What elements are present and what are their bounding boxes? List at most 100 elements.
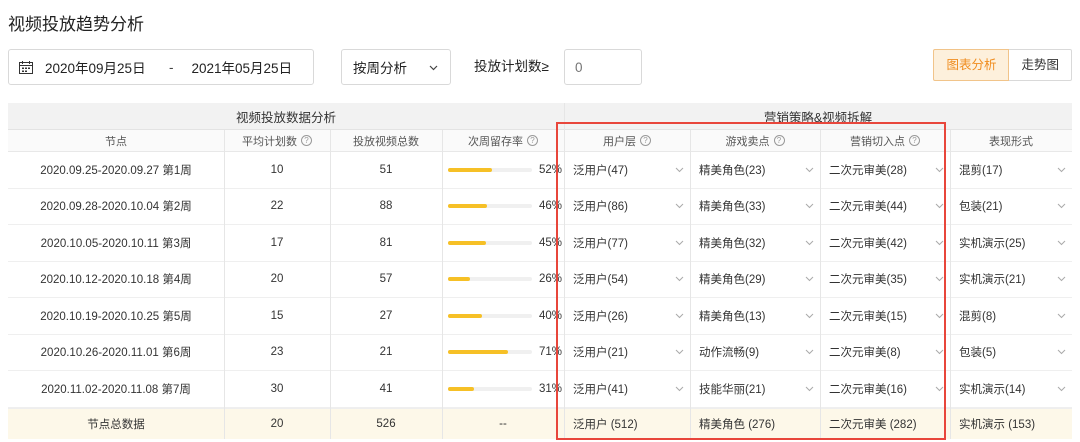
help-icon[interactable]: ? xyxy=(640,135,651,146)
total-avg-cell: 20 xyxy=(270,417,284,430)
user-layer-dropdown[interactable]: 泛用户(21) xyxy=(564,335,690,371)
marketing-entry-dropdown[interactable]: 二次元审美(8) xyxy=(820,335,950,371)
retention-cell: 71% xyxy=(442,335,564,371)
chevron-down-icon xyxy=(1057,386,1066,391)
group-header-video-data: 视频投放数据分析 xyxy=(235,110,336,125)
total-videos-cell: 81 xyxy=(379,236,393,249)
presentation-form-dropdown[interactable]: 实机演示(14) xyxy=(950,371,1072,407)
chevron-down-icon xyxy=(675,313,684,318)
retention-bar-fill xyxy=(448,313,482,318)
toolbar: 2020年09月25日 - 2021年05月25日 按周分析 投放计划数≥ 图表… xyxy=(8,49,1072,85)
marketing-entry-dropdown[interactable]: 二次元审美(28) xyxy=(820,152,950,188)
user-layer-dropdown[interactable]: 泛用户(41) xyxy=(564,371,690,407)
chevron-down-icon xyxy=(1057,167,1066,172)
retention-bar xyxy=(448,386,532,391)
chevron-down-icon xyxy=(805,349,814,355)
chevron-down-icon xyxy=(805,167,814,172)
marketing-entry-dropdown[interactable]: 二次元审美(42) xyxy=(820,225,950,261)
plan-count-label: 投放计划数≥ xyxy=(474,59,549,74)
chevron-down-icon xyxy=(1057,349,1066,355)
total-retention-cell: -- xyxy=(499,417,507,430)
chevron-down-icon xyxy=(1057,313,1066,318)
presentation-form-dropdown[interactable]: 实机演示(25) xyxy=(950,225,1072,261)
chevron-down-icon xyxy=(935,313,944,318)
user-layer-dropdown[interactable]: 泛用户(77) xyxy=(564,225,690,261)
retention-cell: 52% xyxy=(442,152,564,188)
chevron-down-icon xyxy=(805,386,814,391)
marketing-entry-dropdown[interactable]: 二次元审美(44) xyxy=(820,189,950,225)
total-videos-cell: 526 xyxy=(376,417,396,430)
period-select[interactable]: 按周分析 xyxy=(341,49,451,85)
chevron-down-icon xyxy=(935,203,944,209)
retention-bar xyxy=(448,313,532,318)
selling-point-dropdown[interactable]: 精美角色(23) xyxy=(690,152,820,188)
node-cell: 2020.10.26-2020.11.01 第6周 xyxy=(40,347,192,360)
selling-point-dropdown[interactable]: 精美角色(32) xyxy=(690,225,820,261)
selling-point-dropdown[interactable]: 精美角色(13) xyxy=(690,298,820,334)
presentation-form-dropdown[interactable]: 混剪(8) xyxy=(950,298,1072,334)
table-row: 2020.09.25-2020.09.27 第1周 10 51 52% 泛用户(47) 精… xyxy=(8,152,1072,189)
user-layer-dropdown[interactable]: 泛用户(86) xyxy=(564,189,690,225)
retention-bar xyxy=(448,167,532,172)
help-icon[interactable]: ? xyxy=(909,135,920,146)
user-layer-dropdown[interactable]: 泛用户(54) xyxy=(564,262,690,298)
presentation-form-dropdown[interactable]: 包装(5) xyxy=(950,335,1072,371)
help-icon[interactable]: ? xyxy=(527,135,538,146)
node-cell: 2020.11.02-2020.11.08 第7周 xyxy=(41,383,191,396)
retention-value: 46% xyxy=(538,200,562,213)
plan-count-input[interactable] xyxy=(564,49,642,85)
col-header-avg-plans: 平均计划数? xyxy=(224,130,330,151)
help-icon[interactable]: ? xyxy=(301,135,312,146)
total-entry-cell: 二次元审美 (282) xyxy=(829,418,917,431)
help-icon[interactable]: ? xyxy=(773,135,785,146)
column-divider xyxy=(950,130,951,439)
node-cell: 2020.10.05-2020.10.11 第3周 xyxy=(40,237,192,250)
col-header-total-videos: 投放视频总数 xyxy=(353,135,419,148)
selling-point-dropdown[interactable]: 动作流畅(9) xyxy=(690,335,820,371)
avg-plans-cell: 22 xyxy=(270,200,284,213)
presentation-form-dropdown[interactable]: 混剪(17) xyxy=(950,152,1072,188)
user-layer-dropdown[interactable]: 泛用户(47) xyxy=(564,152,690,188)
retention-value: 26% xyxy=(538,273,562,286)
user-layer-dropdown[interactable]: 泛用户(26) xyxy=(564,298,690,334)
chevron-down-icon xyxy=(675,203,684,209)
selling-point-dropdown[interactable]: 精美角色(29) xyxy=(690,262,820,298)
retention-cell: 40% xyxy=(442,298,564,334)
group-header-row: 视频投放数据分析 营销策略&视频拆解 xyxy=(8,103,1072,130)
total-videos-cell: 88 xyxy=(379,200,393,213)
period-select-value: 按周分析 xyxy=(353,61,407,76)
selling-point-dropdown[interactable]: 精美角色(33) xyxy=(690,189,820,225)
date-end[interactable]: 2021年05月25日 xyxy=(192,57,302,77)
chevron-down-icon xyxy=(935,386,944,391)
marketing-entry-dropdown[interactable]: 二次元审美(15) xyxy=(820,298,950,334)
chevron-down-icon xyxy=(935,349,944,355)
column-header-row: 节点 平均计划数? 投放视频总数 次周留存率? 用户层? 游戏卖点? 营销切入点… xyxy=(8,130,1072,152)
calendar-icon xyxy=(19,60,33,74)
date-start[interactable]: 2020年09月25日 xyxy=(45,57,155,77)
retention-bar-fill xyxy=(448,277,470,282)
total-videos-cell: 27 xyxy=(379,309,393,322)
presentation-form-dropdown[interactable]: 包装(21) xyxy=(950,189,1072,225)
chevron-down-icon xyxy=(429,65,438,71)
total-selling-cell: 精美角色 (276) xyxy=(699,418,776,431)
retention-cell: 46% xyxy=(442,189,564,225)
retention-bar-fill xyxy=(448,350,508,355)
selling-point-dropdown[interactable]: 技能华丽(21) xyxy=(690,371,820,407)
chevron-down-icon xyxy=(675,349,684,355)
chevron-down-icon xyxy=(1057,203,1066,209)
date-separator: - xyxy=(169,59,174,75)
chevron-down-icon xyxy=(675,167,684,172)
chevron-down-icon xyxy=(935,276,944,282)
chevron-down-icon xyxy=(1057,276,1066,282)
marketing-entry-dropdown[interactable]: 二次元审美(35) xyxy=(820,262,950,298)
retention-value: 40% xyxy=(538,309,562,322)
trend-view-button[interactable]: 走势图 xyxy=(1009,49,1072,81)
retention-bar-fill xyxy=(448,167,492,172)
column-divider xyxy=(820,130,821,439)
column-divider xyxy=(690,130,691,439)
chart-view-button[interactable]: 图表分析 xyxy=(933,49,1010,81)
presentation-form-dropdown[interactable]: 实机演示(21) xyxy=(950,262,1072,298)
trend-table: 视频投放数据分析 营销策略&视频拆解 节点 平均计划数? 投放视频总数 次周留存… xyxy=(8,103,1072,439)
date-range-picker[interactable]: 2020年09月25日 - 2021年05月25日 xyxy=(8,49,314,85)
marketing-entry-dropdown[interactable]: 二次元审美(16) xyxy=(820,371,950,407)
